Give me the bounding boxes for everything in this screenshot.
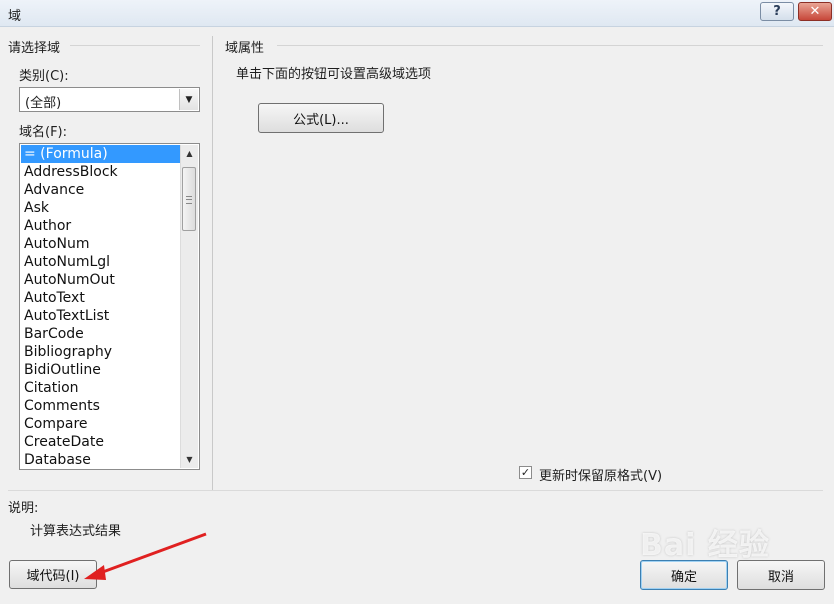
watermark-logo: Bai 经验 xyxy=(640,528,770,563)
annotation-arrow-icon xyxy=(84,532,207,580)
